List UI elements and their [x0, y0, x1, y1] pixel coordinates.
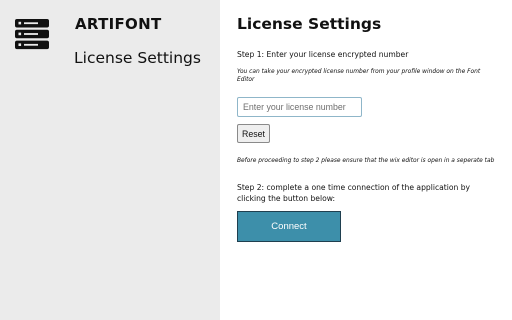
step1-label: Step 1: Enter your license encrypted num… [237, 50, 409, 59]
page-title: License Settings [237, 15, 382, 33]
brand-name: ARTIFONT [75, 15, 162, 33]
sidebar: ARTIFONT License Settings [0, 0, 220, 320]
reset-button[interactable]: Reset [237, 124, 270, 143]
sidebar-title: License Settings [74, 49, 201, 67]
license-settings-page: ARTIFONT License Settings License Settin… [0, 0, 512, 320]
step2-hint: Before proceeding to step 2 please ensur… [237, 158, 495, 164]
connect-button[interactable]: Connect [237, 211, 341, 242]
step2-label: Step 2: complete a one time connection o… [237, 183, 471, 203]
server-stack-icon [14, 18, 50, 50]
license-number-input[interactable] [237, 97, 362, 117]
step1-hint: You can take your encrypted license numb… [237, 69, 481, 83]
